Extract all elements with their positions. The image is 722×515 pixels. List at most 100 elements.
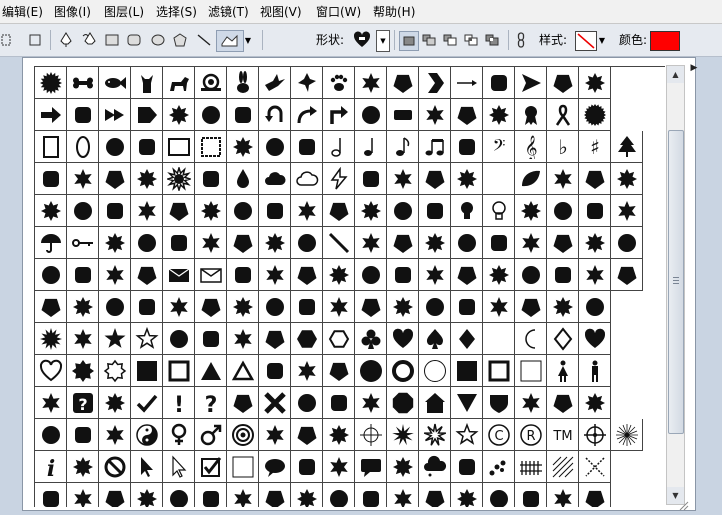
shape-cell[interactable] <box>195 259 227 291</box>
shape-cell[interactable] <box>451 227 483 259</box>
shape-cell[interactable] <box>35 387 67 419</box>
shape-cell[interactable] <box>323 259 355 291</box>
shape-cell[interactable] <box>323 67 355 99</box>
shape-cell[interactable] <box>35 67 67 99</box>
shape-cell[interactable] <box>451 131 483 163</box>
shape-cell[interactable] <box>387 163 419 195</box>
shape-cell[interactable] <box>419 163 451 195</box>
shape-cell[interactable] <box>195 355 227 387</box>
shape-cell[interactable] <box>547 163 579 195</box>
shape-cell[interactable] <box>323 323 355 355</box>
shape-cell[interactable] <box>483 323 515 355</box>
shape-cell[interactable] <box>515 227 547 259</box>
shape-cell[interactable] <box>163 227 195 259</box>
shape-cell[interactable] <box>163 259 195 291</box>
shape-cell[interactable] <box>131 99 163 131</box>
shape-cell[interactable] <box>483 99 515 131</box>
shape-cell[interactable] <box>355 419 387 451</box>
shape-cell[interactable] <box>515 163 547 195</box>
shape-cell[interactable] <box>227 195 259 227</box>
shape-cell[interactable] <box>163 99 195 131</box>
shape-cell[interactable] <box>291 291 323 323</box>
shape-cell[interactable] <box>163 323 195 355</box>
vertical-scrollbar[interactable]: ▲ ▼ <box>666 65 685 505</box>
style-dropdown-icon[interactable]: ▼ <box>597 31 607 49</box>
resize-grip-icon[interactable] <box>679 496 689 511</box>
shape-cell[interactable] <box>483 387 515 419</box>
shape-cell[interactable] <box>579 99 611 131</box>
shape-cell[interactable] <box>291 67 323 99</box>
shape-cell[interactable]: C <box>483 419 515 451</box>
shape-cell[interactable] <box>387 483 419 507</box>
shape-cell[interactable] <box>99 291 131 323</box>
shape-cell[interactable]: ♯ <box>579 131 611 163</box>
shape-cell[interactable] <box>451 195 483 227</box>
shape-cell[interactable] <box>259 163 291 195</box>
shape-cell[interactable] <box>67 163 99 195</box>
shape-cell[interactable] <box>227 483 259 507</box>
shape-cell[interactable] <box>131 67 163 99</box>
shape-cell[interactable] <box>35 163 67 195</box>
shape-cell[interactable] <box>99 387 131 419</box>
shape-cell[interactable] <box>259 291 291 323</box>
shape-cell[interactable] <box>227 163 259 195</box>
shape-cell[interactable] <box>227 451 259 483</box>
shape-cell[interactable] <box>163 483 195 507</box>
shape-cell[interactable] <box>515 355 547 387</box>
shape-cell[interactable] <box>387 355 419 387</box>
shape-cell[interactable] <box>547 387 579 419</box>
ellipse-tool-icon[interactable] <box>150 31 166 49</box>
shape-cell[interactable] <box>259 483 291 507</box>
shape-cell[interactable] <box>99 355 131 387</box>
scroll-up-button[interactable]: ▲ <box>667 66 684 83</box>
combine-subtract-icon[interactable] <box>441 31 459 49</box>
freeform-pen-icon[interactable] <box>82 31 98 49</box>
shape-cell[interactable] <box>355 131 387 163</box>
shape-cell[interactable] <box>387 451 419 483</box>
shape-cell[interactable] <box>419 323 451 355</box>
shape-cell[interactable] <box>67 67 99 99</box>
shape-cell[interactable] <box>131 451 163 483</box>
shape-cell[interactable] <box>579 67 611 99</box>
shape-cell[interactable] <box>355 451 387 483</box>
shape-cell[interactable] <box>451 163 483 195</box>
shape-cell[interactable] <box>451 451 483 483</box>
shape-cell[interactable] <box>547 195 579 227</box>
shape-cell[interactable] <box>515 259 547 291</box>
menu-view[interactable]: 视图(V) <box>260 4 302 20</box>
shape-cell[interactable] <box>579 483 611 507</box>
shape-cell[interactable] <box>579 195 611 227</box>
shape-cell[interactable] <box>387 131 419 163</box>
shape-cell[interactable] <box>547 451 579 483</box>
shape-cell[interactable] <box>547 291 579 323</box>
combine-new-icon[interactable] <box>399 31 419 51</box>
shape-cell[interactable] <box>163 163 195 195</box>
shape-cell[interactable] <box>611 195 643 227</box>
shape-cell[interactable] <box>355 227 387 259</box>
shape-cell[interactable] <box>195 451 227 483</box>
shape-cell[interactable] <box>579 163 611 195</box>
shape-cell[interactable] <box>451 99 483 131</box>
shape-cell[interactable] <box>163 131 195 163</box>
shape-cell[interactable] <box>451 67 483 99</box>
shape-cell[interactable] <box>419 227 451 259</box>
shape-cell[interactable] <box>387 195 419 227</box>
shape-cell[interactable] <box>131 163 163 195</box>
shape-cell[interactable]: ♭ <box>547 131 579 163</box>
shape-cell[interactable] <box>259 387 291 419</box>
shape-cell[interactable] <box>67 195 99 227</box>
shape-cell[interactable] <box>451 355 483 387</box>
shape-cell[interactable] <box>547 483 579 507</box>
shape-cell[interactable] <box>259 227 291 259</box>
shape-cell[interactable] <box>547 259 579 291</box>
menu-filter[interactable]: 滤镜(T) <box>208 4 249 20</box>
shape-cell[interactable]: TM <box>547 419 579 451</box>
scroll-thumb[interactable] <box>668 130 684 434</box>
shape-cell[interactable] <box>483 67 515 99</box>
shape-cell[interactable] <box>419 387 451 419</box>
shape-cell[interactable] <box>291 259 323 291</box>
shape-cell[interactable] <box>387 67 419 99</box>
shape-cell[interactable] <box>291 483 323 507</box>
shape-cell[interactable] <box>195 419 227 451</box>
shape-cell[interactable] <box>131 291 163 323</box>
